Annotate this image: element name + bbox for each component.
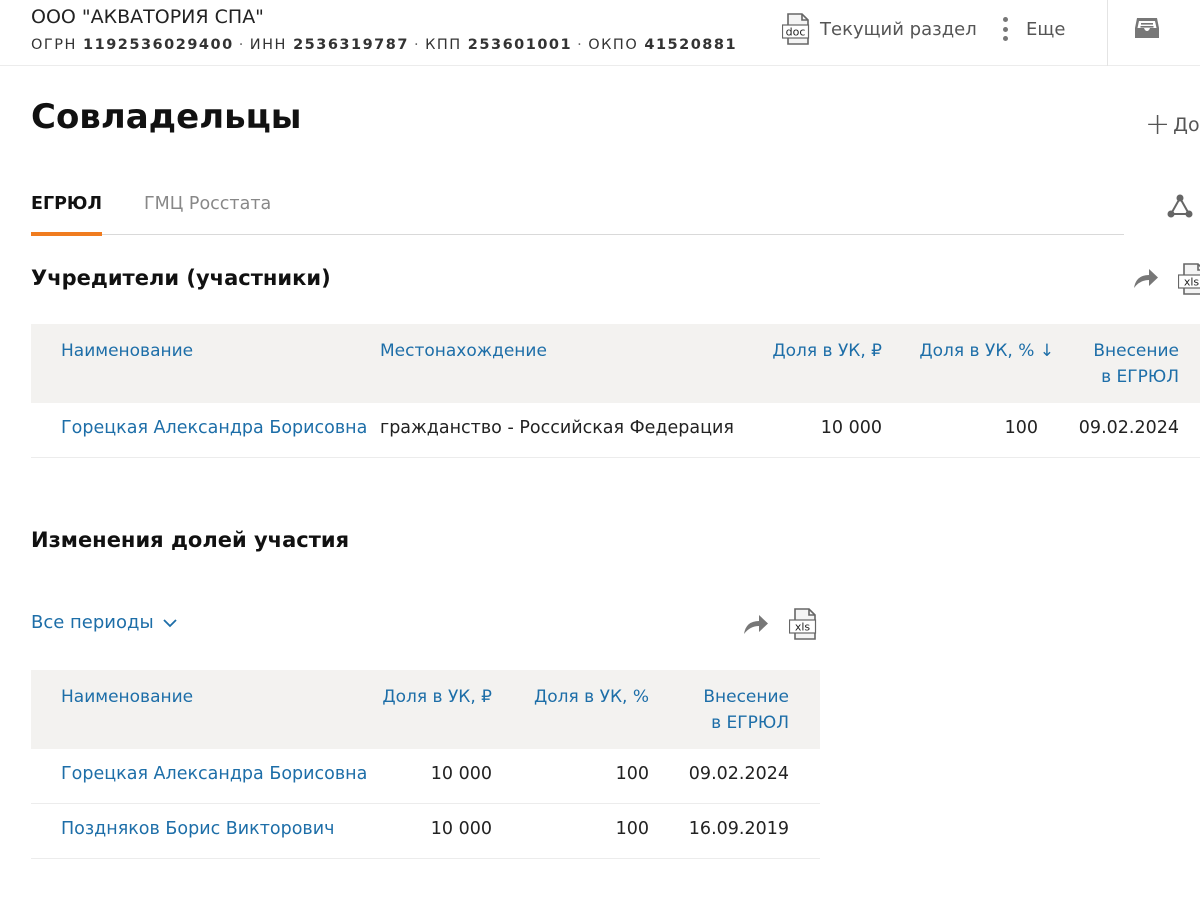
more-label: Еще xyxy=(1026,18,1066,40)
col-entry-date-header-line2: в ЕГРЮЛ xyxy=(711,713,789,733)
col-share-pct-header[interactable]: Доля в УК, % ↓ xyxy=(919,338,1054,364)
share-arrow-icon[interactable] xyxy=(1132,266,1160,290)
xls-export-icon[interactable]: xls xyxy=(788,608,819,640)
col-share-rub-header[interactable]: Доля в УК, ₽ xyxy=(772,338,882,364)
ogrn-value: 1192536029400 xyxy=(83,37,234,53)
kpp-label: КПП xyxy=(425,37,462,53)
col-location-header[interactable]: Местонахождение xyxy=(380,338,547,364)
tab-gmc-rosstat[interactable]: ГМЦ Росстата xyxy=(144,194,271,214)
col-share-rub-header[interactable]: Доля в УК, ₽ xyxy=(382,684,492,710)
okpo-label: ОКПО xyxy=(588,37,639,53)
inn-value: 2536319787 xyxy=(293,37,409,53)
col-entry-date-header-line1: Внесение xyxy=(703,687,789,707)
change-share-rub: 10 000 xyxy=(430,819,492,839)
col-share-pct-header[interactable]: Доля в УК, % xyxy=(534,684,649,710)
founders-section-title: Учредители (участники) xyxy=(31,266,331,290)
chevron-down-icon xyxy=(163,618,177,627)
change-name-link[interactable]: Горецкая Александра Борисовна xyxy=(61,764,367,784)
changes-table: Наименование Доля в УК, ₽ Доля в УК, % В… xyxy=(31,670,820,859)
change-entry-date: 16.09.2019 xyxy=(688,819,789,839)
founders-table-header: Наименование Местонахождение Доля в УК, … xyxy=(31,324,1200,403)
ogrn-label: ОГРН xyxy=(31,37,77,53)
col-entry-date-header[interactable]: Внесение в ЕГРЮЛ xyxy=(1093,338,1179,390)
inbox-tray-icon[interactable] xyxy=(1133,14,1161,42)
doc-file-icon: doc xyxy=(781,13,812,45)
col-name-header[interactable]: Наименование xyxy=(61,338,193,364)
inn-label: ИНН xyxy=(249,37,287,53)
svg-text:xls: xls xyxy=(1184,276,1200,289)
add-button-label: До xyxy=(1173,114,1200,136)
okpo-value: 41520881 xyxy=(644,37,738,53)
col-name-header[interactable]: Наименование xyxy=(61,684,193,710)
period-select-label: Все периоды xyxy=(31,612,154,633)
founder-entry-date: 09.02.2024 xyxy=(1078,418,1179,438)
vertical-dots-icon xyxy=(1000,17,1010,41)
svg-text:xls: xls xyxy=(795,621,811,634)
table-row: Горецкая Александра Борисовна гражданств… xyxy=(31,403,1200,458)
col-entry-date-header-line2: в ЕГРЮЛ xyxy=(1101,367,1179,387)
table-row: Горецкая Александра Борисовна 10 000 100… xyxy=(31,749,820,804)
plus-icon: + xyxy=(1145,107,1171,142)
current-section-doc-button[interactable]: doc Текущий раздел xyxy=(781,12,977,46)
tab-egrul[interactable]: ЕГРЮЛ xyxy=(31,194,103,236)
svg-text:doc: doc xyxy=(786,26,806,39)
company-header: ООО "АКВАТОРИЯ СПА" ОГРН 1192536029400 · И… xyxy=(0,0,1200,66)
founder-name-link[interactable]: Горецкая Александра Борисовна xyxy=(61,418,367,438)
founder-share-rub: 10 000 xyxy=(820,418,882,438)
page-title: Совладельцы xyxy=(31,97,302,137)
founder-share-pct: 100 xyxy=(1004,418,1038,438)
company-name: ООО "АКВАТОРИЯ СПА" xyxy=(31,6,264,28)
founders-table: Наименование Местонахождение Доля в УК, … xyxy=(31,324,1200,458)
founder-location: гражданство - Российская Федерация xyxy=(380,418,734,438)
changes-section-title: Изменения долей участия xyxy=(31,528,350,552)
col-entry-date-header-line1: Внесение xyxy=(1093,341,1179,361)
change-share-rub: 10 000 xyxy=(430,764,492,784)
more-button[interactable]: Еще xyxy=(1000,12,1065,46)
source-tabs: ЕГРЮЛ ГМЦ Росстата xyxy=(31,186,1124,236)
change-entry-date: 09.02.2024 xyxy=(688,764,789,784)
kpp-value: 253601001 xyxy=(467,37,573,53)
table-row: Поздняков Борис Викторович 10 000 100 16… xyxy=(31,804,820,859)
connections-graph-icon[interactable] xyxy=(1166,193,1194,221)
change-share-pct: 100 xyxy=(615,764,649,784)
company-requisites: ОГРН 1192536029400 · ИНН 2536319787 · КПП 25… xyxy=(31,37,738,53)
header-divider xyxy=(1107,0,1108,66)
change-share-pct: 100 xyxy=(615,819,649,839)
col-entry-date-header[interactable]: Внесение в ЕГРЮЛ xyxy=(703,684,789,736)
change-name-link[interactable]: Поздняков Борис Викторович xyxy=(61,819,334,839)
period-select[interactable]: Все периоды xyxy=(31,612,178,633)
changes-table-header: Наименование Доля в УК, ₽ Доля в УК, % В… xyxy=(31,670,820,749)
current-section-label: Текущий раздел xyxy=(820,18,977,40)
add-button[interactable]: + До xyxy=(1145,107,1200,142)
share-arrow-icon[interactable] xyxy=(742,612,770,636)
xls-export-icon[interactable]: xls xyxy=(1177,263,1200,295)
